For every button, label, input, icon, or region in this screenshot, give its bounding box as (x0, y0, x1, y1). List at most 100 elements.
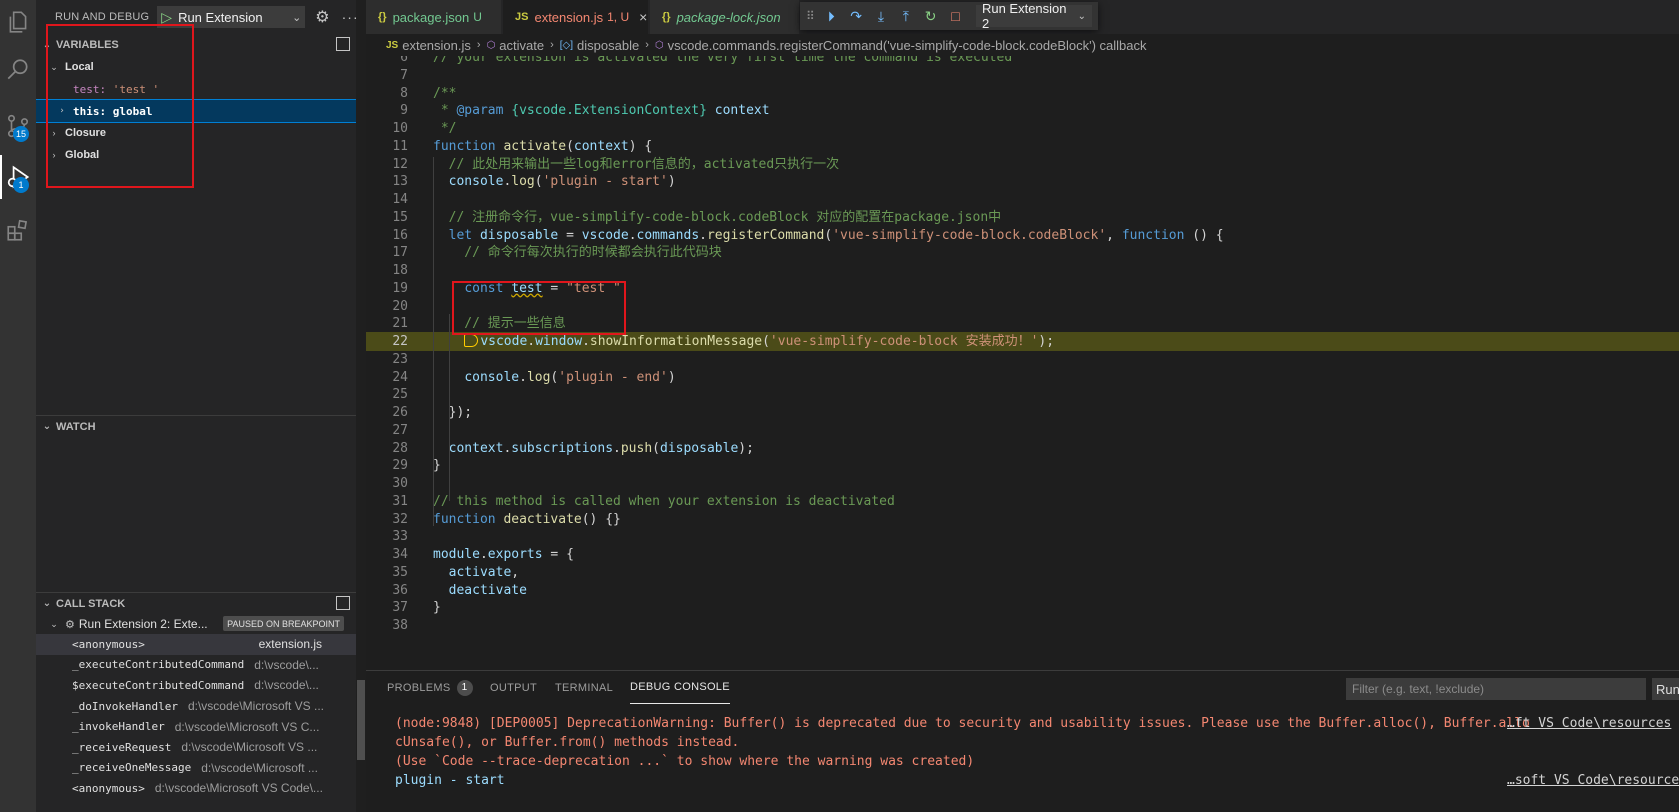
code-line[interactable]: 11 function activate(context) { (366, 137, 1679, 156)
call-stack-frame[interactable]: _receiveRequest d:\vscode\Microsoft VS ..… (36, 737, 356, 758)
code-line[interactable]: 24 console.log('plugin - end') (366, 368, 1679, 387)
code-line[interactable]: 32 function deactivate() {} (366, 510, 1679, 529)
tab-terminal[interactable]: TERMINAL (555, 671, 613, 704)
frame-function: <anonymous> (72, 781, 145, 795)
code-line[interactable]: 12 // 此处用来输出一些log和error信息的，activated只执行一… (366, 155, 1679, 174)
activity-bar: 15 1 (0, 0, 36, 812)
call-stack-frame[interactable]: _invokeHandler d:\vscode\Microsoft VS C..… (36, 716, 356, 737)
code-line[interactable]: 28 context.subscriptions.push(disposable… (366, 439, 1679, 458)
call-stack-section-header[interactable]: ⌄ CALL STACK (36, 592, 356, 614)
line-code: context.subscriptions.push(disposable); (448, 440, 754, 456)
code-line[interactable]: 26 }); (366, 403, 1679, 422)
line-code: module.exports = { (433, 547, 574, 562)
collapse-all-icon[interactable] (336, 596, 350, 610)
call-stack-frame[interactable]: _executeContributedCommand d:\vscode\... (36, 655, 356, 676)
line-number: 30 (392, 476, 408, 491)
line-code: }); (448, 405, 473, 420)
code-line[interactable]: 30 (366, 474, 1679, 493)
frame-function: _invokeHandler (72, 720, 165, 734)
inline-breakpoint-icon[interactable] (464, 334, 479, 347)
chevron-down-icon: ⌄ (292, 11, 302, 24)
line-code: console.log('plugin - end') (464, 369, 676, 385)
code-line[interactable]: 27 (366, 421, 1679, 440)
frame-function: _executeContributedCommand (72, 658, 245, 672)
code-line[interactable]: 33 (366, 527, 1679, 546)
code-line[interactable]: 8 /** (366, 84, 1679, 103)
chevron-down-icon: ⌄ (50, 618, 58, 629)
watch-section-header[interactable]: ⌄ WATCH (36, 415, 356, 437)
call-stack-frame[interactable]: <anonymous> extension.js (36, 634, 356, 655)
stop-icon[interactable]: □ (945, 5, 966, 27)
line-number: 23 (392, 351, 408, 367)
code-line[interactable]: 29} (366, 456, 1679, 475)
run-debug-icon[interactable]: 1 (0, 155, 36, 199)
line-number: 11 (392, 138, 408, 154)
restart-icon[interactable]: ↻ (920, 5, 941, 27)
gear-icon[interactable]: ⚙ (315, 7, 329, 27)
step-out-icon[interactable]: ⤒ (895, 5, 916, 27)
code-line[interactable]: 31 // this method is called when your ext… (366, 492, 1679, 511)
call-stack-thread[interactable]: ⌄ ⚙ Run Extension 2: Exte... PAUSED ON B… (36, 613, 356, 635)
tab-problems-label: PROBLEMS (387, 681, 451, 694)
run-button[interactable]: Run (1652, 678, 1679, 700)
extensions-icon[interactable] (0, 208, 36, 252)
breadcrumb-item-variable[interactable]: disposable (577, 38, 639, 53)
code-line[interactable]: 9 * @param {vscode.ExtensionContext} con… (366, 101, 1679, 120)
tab-package-lock-json[interactable]: {} package-lock.json (650, 0, 800, 34)
code-line[interactable]: 16 let disposable = vscode.commands.regi… (366, 226, 1679, 245)
console-source-link[interactable]: …soft VS Code\resources (1507, 771, 1679, 790)
line-number: 35 (392, 564, 408, 580)
tab-problems[interactable]: PROBLEMS 1 (387, 671, 473, 704)
call-stack-frame[interactable]: <anonymous> d:\vscode\Microsoft VS Code\.… (36, 778, 356, 799)
frame-function: _doInvokeHandler (72, 699, 178, 713)
step-over-icon[interactable]: ↷ (846, 5, 867, 27)
breadcrumb-item-function[interactable]: activate (499, 38, 544, 53)
tab-extension-js[interactable]: JS extension.js 1, U × (503, 0, 649, 34)
line-number: 33 (392, 529, 408, 545)
console-source-link[interactable]: …ft VS Code\resources (1507, 714, 1671, 733)
code-line[interactable]: 37} (366, 598, 1679, 617)
drag-handle-icon[interactable]: ⠿ (806, 9, 815, 23)
line-number: 27 (392, 422, 408, 438)
tab-output[interactable]: OUTPUT (490, 671, 537, 704)
line-code: function activate(context) { (433, 138, 653, 154)
code-line[interactable]: 18 (366, 261, 1679, 280)
start-debugging-icon[interactable]: ▷ (161, 9, 172, 26)
function-symbol-icon: ⬡ (654, 39, 664, 51)
line-number: 34 (392, 547, 408, 562)
call-stack-frame[interactable]: $executeContributedCommand d:\vscode\... (36, 675, 356, 696)
collapse-all-icon[interactable] (336, 37, 350, 51)
tab-package-json[interactable]: {} package.json U (366, 0, 502, 34)
code-line[interactable]: 7 (366, 66, 1679, 85)
scrollbar-thumb[interactable] (357, 680, 365, 760)
call-stack-frame[interactable]: _receiveOneMessage d:\vscode\Microsoft ..… (36, 758, 356, 779)
files-icon[interactable] (0, 0, 36, 44)
tab-debug-console[interactable]: DEBUG CONSOLE (630, 671, 730, 704)
code-line[interactable]: 35 activate, (366, 563, 1679, 582)
code-line[interactable]: 23 (366, 350, 1679, 369)
console-filter-input[interactable]: Filter (e.g. text, !exclude) (1346, 678, 1646, 700)
code-line[interactable]: 14 (366, 190, 1679, 209)
step-into-icon[interactable]: ⤓ (871, 5, 892, 27)
bottom-panel: PROBLEMS 1 OUTPUT TERMINAL DEBUG CONSOLE… (366, 670, 1679, 812)
code-editor[interactable]: 6// your extension is activated the very… (366, 56, 1679, 670)
source-control-icon[interactable]: 15 (0, 104, 36, 148)
code-line[interactable]: 15 // 注册命令行，vue-simplify-code-block.code… (366, 208, 1679, 227)
code-line[interactable]: 10 */ (366, 119, 1679, 138)
line-number: 26 (392, 405, 408, 420)
code-line[interactable]: 13 console.log('plugin - start') (366, 172, 1679, 191)
code-line[interactable]: 17 // 命令行每次执行的时候都会执行此代码块 (366, 243, 1679, 262)
annotation-box-variables (46, 24, 194, 188)
call-stack-frame[interactable]: _doInvokeHandler d:\vscode\Microsoft VS .… (36, 696, 356, 717)
debug-session-select[interactable]: Run Extension 2 ⌄ (975, 1, 1093, 31)
code-line[interactable]: 36 deactivate (366, 581, 1679, 600)
code-line[interactable]: 34 module.exports = { (366, 545, 1679, 564)
continue-icon[interactable]: ⏵ (821, 5, 842, 27)
sidebar-scrollbar[interactable] (356, 0, 366, 812)
code-line[interactable]: 38 (366, 616, 1679, 635)
breadcrumb-item-callback[interactable]: vscode.commands.registerCommand('vue-sim… (668, 38, 1147, 53)
code-line[interactable]: 25 (366, 385, 1679, 404)
search-icon[interactable] (0, 48, 36, 92)
close-icon[interactable]: × (639, 9, 647, 25)
breadcrumb-item-file[interactable]: extension.js (402, 38, 471, 53)
